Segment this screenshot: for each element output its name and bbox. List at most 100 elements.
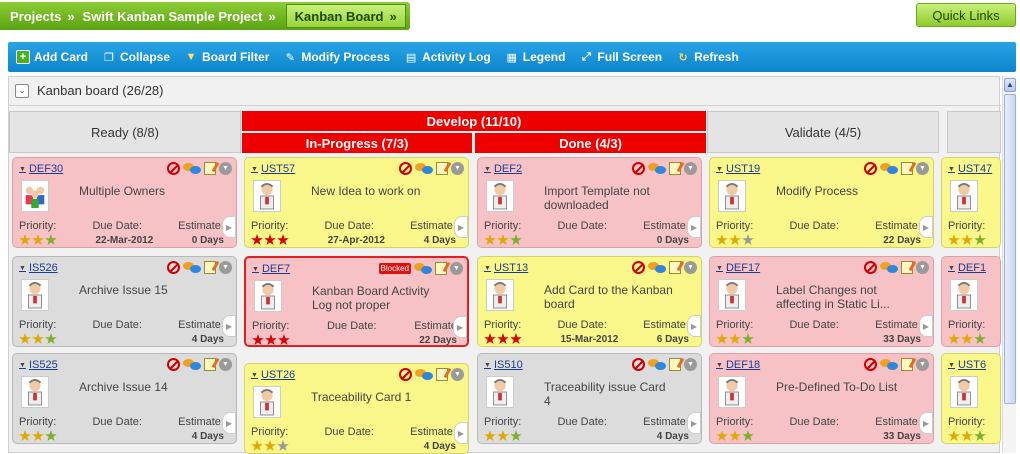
block-icon[interactable] bbox=[167, 358, 180, 371]
vertical-scrollbar[interactable]: ▲ bbox=[1002, 76, 1016, 453]
card-next-arrow[interactable]: ▶ bbox=[919, 412, 933, 434]
card-next-arrow[interactable]: ▶ bbox=[454, 216, 468, 238]
expand-triangle-icon[interactable]: ▼ bbox=[19, 265, 26, 272]
board-filter-button[interactable]: ▼ Board Filter bbox=[184, 50, 270, 64]
edit-note-icon[interactable] bbox=[901, 162, 913, 175]
kanban-card[interactable]: ▼ UST19 ▼ Modify Process Priority: Due Date: E… bbox=[709, 157, 934, 248]
card-id[interactable]: UST47 bbox=[958, 163, 992, 175]
card-id-link[interactable]: ▼ DEF2 bbox=[484, 163, 522, 175]
card-id[interactable]: IS525 bbox=[29, 359, 58, 371]
card-id-link[interactable]: ▼ DEF18 bbox=[716, 359, 760, 371]
card-menu-icon[interactable]: ▼ bbox=[451, 368, 464, 381]
card-id-link[interactable]: ▼ DEF7 bbox=[252, 263, 290, 275]
card-id[interactable]: DEF18 bbox=[726, 359, 760, 371]
collapse-button[interactable]: ❐ Collapse bbox=[102, 50, 170, 64]
block-icon[interactable] bbox=[632, 261, 645, 274]
card-menu-icon[interactable]: ▼ bbox=[219, 358, 232, 371]
card-id[interactable]: IS526 bbox=[29, 262, 58, 274]
edit-note-icon[interactable] bbox=[204, 162, 216, 175]
card-menu-icon[interactable]: ▼ bbox=[450, 262, 463, 275]
card-menu-icon[interactable]: ▼ bbox=[219, 162, 232, 175]
toolbar-label[interactable]: Modify Process bbox=[301, 50, 390, 64]
expand-triangle-icon[interactable]: ▼ bbox=[484, 166, 491, 173]
kanban-card[interactable]: ▼ UST47 Priority: bbox=[941, 157, 1001, 248]
legend-button[interactable]: ▦ Legend bbox=[505, 50, 566, 64]
activity-log-button[interactable]: ▤ Activity Log bbox=[404, 50, 491, 64]
expand-triangle-icon[interactable]: ▼ bbox=[19, 362, 26, 369]
kanban-card[interactable]: ▼ DEF2 ▼ Import Template not downloaded Prio… bbox=[477, 157, 702, 248]
edit-note-icon[interactable] bbox=[669, 261, 681, 274]
card-id-link[interactable]: ▼ UST6 bbox=[948, 359, 986, 371]
card-menu-icon[interactable]: ▼ bbox=[684, 358, 697, 371]
kanban-card[interactable]: ▼ UST26 ▼ Traceability Card 1 Priority: Due D… bbox=[244, 363, 469, 454]
breadcrumb-label[interactable]: Projects bbox=[10, 9, 61, 24]
expand-triangle-icon[interactable]: ▼ bbox=[948, 265, 955, 272]
card-id[interactable]: UST19 bbox=[726, 163, 760, 175]
card-id-link[interactable]: ▼ DEF17 bbox=[716, 262, 760, 274]
kanban-card[interactable]: ▼ IS510 ▼ Traceability issue Card 4 Priority… bbox=[477, 353, 702, 444]
block-icon[interactable] bbox=[399, 368, 412, 381]
comments-icon[interactable] bbox=[414, 262, 432, 275]
kanban-card[interactable]: ▼ UST13 ▼ Add Card to the Kanban board Prior… bbox=[477, 256, 702, 347]
card-next-arrow[interactable]: ▶ bbox=[222, 412, 236, 434]
card-menu-icon[interactable]: ▼ bbox=[916, 162, 929, 175]
toolbar-label[interactable]: Refresh bbox=[694, 50, 739, 64]
toolbar-label[interactable]: Activity Log bbox=[422, 50, 491, 64]
card-id[interactable]: DEF30 bbox=[29, 163, 63, 175]
block-icon[interactable] bbox=[632, 358, 645, 371]
comments-icon[interactable] bbox=[648, 162, 666, 175]
breadcrumb-label[interactable]: Kanban Board bbox=[295, 9, 384, 24]
comments-icon[interactable] bbox=[183, 261, 201, 274]
card-id[interactable]: DEF7 bbox=[262, 263, 290, 275]
comments-icon[interactable] bbox=[183, 358, 201, 371]
card-id-link[interactable]: ▼ UST26 bbox=[251, 369, 295, 381]
comments-icon[interactable] bbox=[648, 358, 666, 371]
edit-note-icon[interactable] bbox=[669, 358, 681, 371]
card-menu-icon[interactable]: ▼ bbox=[916, 261, 929, 274]
card-menu-icon[interactable]: ▼ bbox=[451, 162, 464, 175]
comments-icon[interactable] bbox=[880, 358, 898, 371]
card-id[interactable]: DEF2 bbox=[494, 163, 522, 175]
refresh-button[interactable]: ↻ Refresh bbox=[676, 50, 739, 64]
card-next-arrow[interactable]: ▶ bbox=[453, 316, 467, 338]
full-screen-button[interactable]: ⤢ Full Screen bbox=[579, 50, 662, 64]
collapse-board-toggle[interactable]: ⌄ bbox=[15, 83, 29, 98]
comments-icon[interactable] bbox=[648, 261, 666, 274]
expand-triangle-icon[interactable]: ▼ bbox=[716, 166, 723, 173]
expand-triangle-icon[interactable]: ▼ bbox=[19, 166, 26, 173]
card-id[interactable]: UST57 bbox=[261, 163, 295, 175]
expand-triangle-icon[interactable]: ▼ bbox=[251, 166, 258, 173]
kanban-card[interactable]: ▼ DEF1 Priority: bbox=[941, 256, 1001, 347]
breadcrumb-label[interactable]: Swift Kanban Sample Project bbox=[83, 9, 263, 24]
add-card-button[interactable]: + Add Card bbox=[16, 50, 88, 64]
expand-triangle-icon[interactable]: ▼ bbox=[484, 362, 491, 369]
block-icon[interactable] bbox=[864, 358, 877, 371]
card-menu-icon[interactable]: ▼ bbox=[219, 261, 232, 274]
block-icon[interactable] bbox=[167, 162, 180, 175]
kanban-card[interactable]: ▼ DEF18 ▼ Pre-Defined To-Do List Priority: Du… bbox=[709, 353, 934, 444]
toolbar-label[interactable]: Collapse bbox=[120, 50, 170, 64]
comments-icon[interactable] bbox=[183, 162, 201, 175]
card-id[interactable]: UST13 bbox=[494, 262, 528, 274]
scroll-up-arrow[interactable]: ▲ bbox=[1004, 78, 1016, 92]
card-id-link[interactable]: ▼ DEF30 bbox=[19, 163, 63, 175]
card-menu-icon[interactable]: ▼ bbox=[684, 162, 697, 175]
comments-icon[interactable] bbox=[415, 368, 433, 381]
edit-note-icon[interactable] bbox=[204, 261, 216, 274]
kanban-card[interactable]: ▼ DEF7 Blocked ▼ Kanban Board Activity Log n… bbox=[244, 256, 469, 347]
comments-icon[interactable] bbox=[880, 261, 898, 274]
block-icon[interactable] bbox=[632, 162, 645, 175]
toolbar-label[interactable]: Full Screen bbox=[597, 50, 662, 64]
card-id-link[interactable]: ▼ IS525 bbox=[19, 359, 58, 371]
expand-triangle-icon[interactable]: ▼ bbox=[716, 265, 723, 272]
edit-note-icon[interactable] bbox=[669, 162, 681, 175]
edit-note-icon[interactable] bbox=[901, 358, 913, 371]
expand-triangle-icon[interactable]: ▼ bbox=[716, 362, 723, 369]
card-next-arrow[interactable]: ▶ bbox=[687, 216, 701, 238]
card-id-link[interactable]: ▼ UST13 bbox=[484, 262, 528, 274]
expand-triangle-icon[interactable]: ▼ bbox=[948, 362, 955, 369]
card-menu-icon[interactable]: ▼ bbox=[916, 358, 929, 371]
toolbar-label[interactable]: Add Card bbox=[34, 50, 88, 64]
edit-note-icon[interactable] bbox=[435, 262, 447, 275]
card-id[interactable]: UST26 bbox=[261, 369, 295, 381]
